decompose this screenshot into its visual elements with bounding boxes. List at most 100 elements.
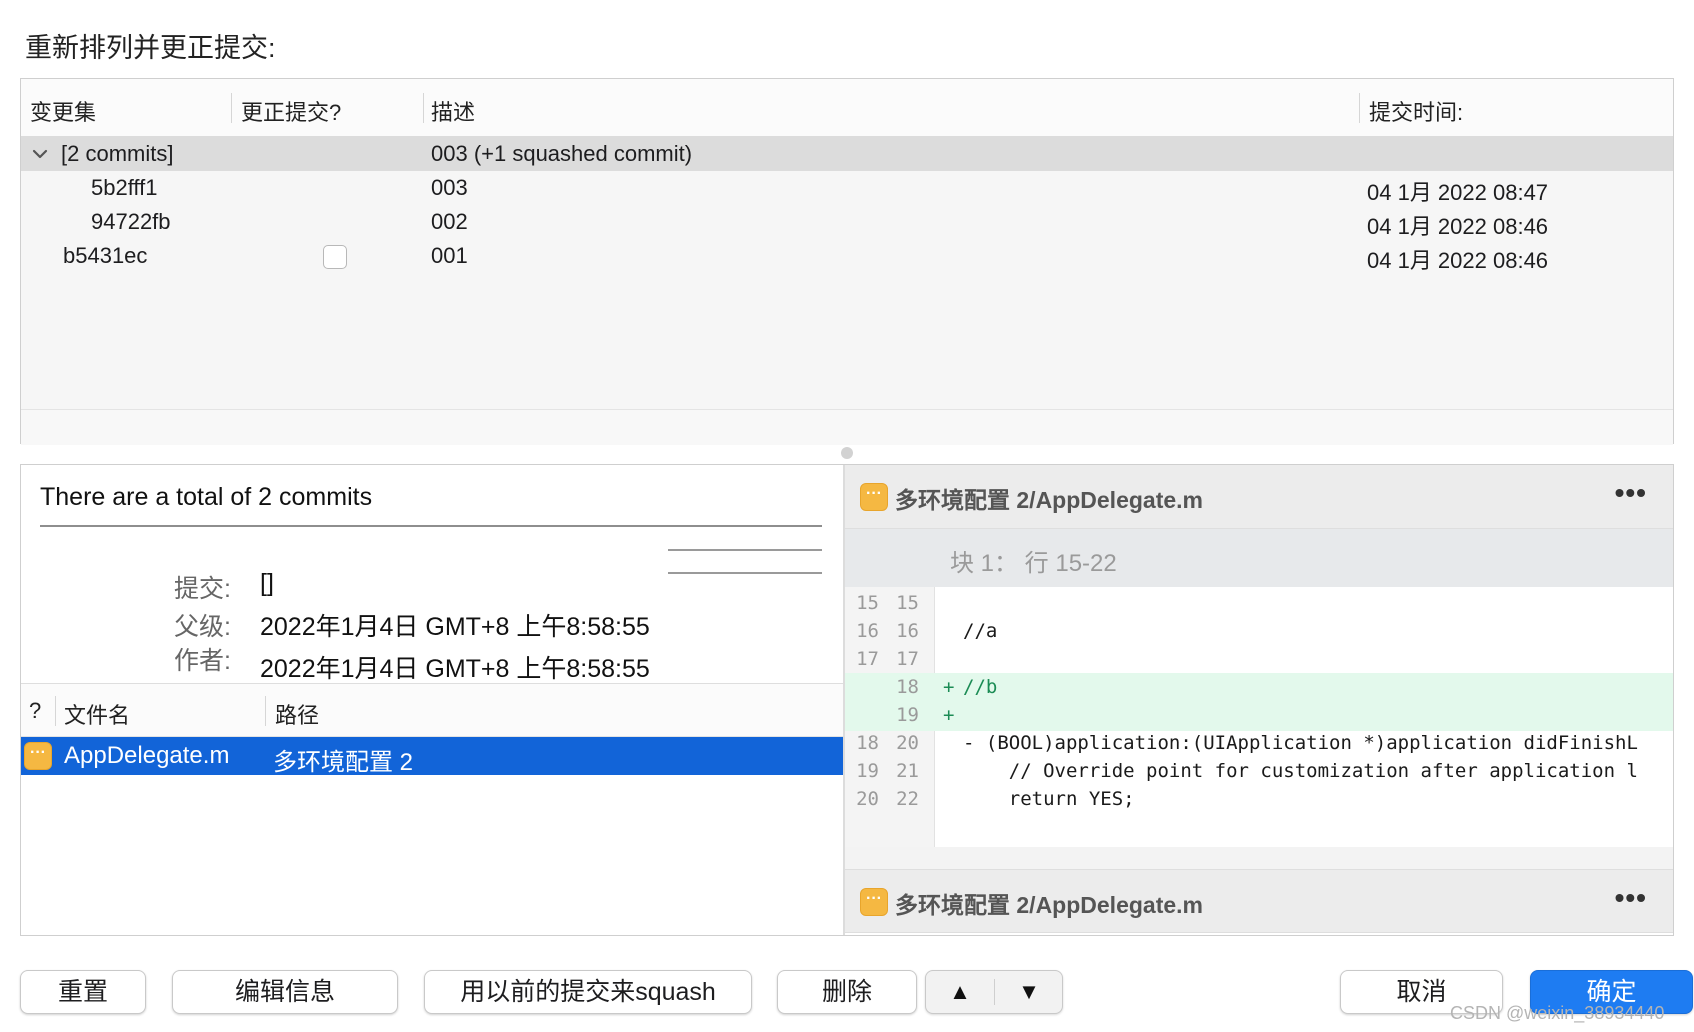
commit-info-pane: There are a total of 2 commits 提交: [] 父级… — [21, 465, 843, 683]
code-text: - (BOOL)application:(UIApplication *)app… — [963, 732, 1638, 754]
modified-file-icon: ··· — [24, 742, 52, 770]
new-line-number: 18 — [896, 676, 919, 698]
file-name: AppDelegate.m — [64, 742, 230, 769]
commit-row[interactable]: b5431ec 001 04 1月 2022 08:46 — [21, 239, 1673, 273]
modified-file-icon: ··· — [860, 888, 888, 916]
column-divider — [265, 696, 266, 726]
diff-pane: ··· 多环境配置 2/AppDelegate.m ••• 块 1： 行 15-… — [845, 465, 1673, 935]
meta-label-author: 作者: — [174, 647, 231, 675]
new-line-number: 19 — [896, 704, 919, 726]
new-line-number: 17 — [896, 648, 919, 670]
diff-line-added: 19 + — [845, 701, 1673, 731]
column-header-fixup[interactable]: 更正提交? — [241, 95, 341, 127]
hunk-title: 块 1： 行 15-22 — [950, 550, 1117, 577]
diff-line: 16 16 //a — [845, 617, 1673, 647]
column-divider — [1359, 93, 1360, 123]
column-divider — [55, 696, 56, 726]
commit-group-label: [2 commits] — [61, 141, 174, 166]
hunk-header: 块 1： 行 15-22 — [845, 529, 1673, 587]
diff-line: 19 21 // Override point for customizatio… — [845, 757, 1673, 787]
move-up-button[interactable]: ▲ — [926, 971, 994, 1013]
fixup-checkbox[interactable] — [323, 245, 347, 269]
commit-description: 002 — [431, 209, 468, 234]
file-list-header: ? 文件名 路径 — [21, 683, 843, 737]
added-marker: + — [943, 704, 955, 726]
meta-value-parent: 2022年1月4日 GMT+8 上午8:58:55 — [260, 613, 650, 641]
column-header-description[interactable]: 描述 — [431, 95, 475, 127]
squash-button[interactable]: 用以前的提交来squash — [424, 970, 752, 1014]
old-line-number: 16 — [856, 620, 879, 642]
commit-message[interactable]: There are a total of 2 commits — [40, 483, 372, 512]
column-divider — [231, 93, 232, 123]
chevron-down-icon[interactable] — [29, 143, 51, 165]
old-line-number: 15 — [856, 592, 879, 614]
commit-table-header: 变更集 更正提交? 描述 提交时间: — [21, 79, 1673, 137]
details-panel: There are a total of 2 commits 提交: [] 父级… — [20, 464, 1674, 936]
code-text: return YES; — [963, 788, 1135, 810]
new-line-number: 16 — [896, 620, 919, 642]
new-line-number: 20 — [896, 732, 919, 754]
column-header-filename[interactable]: 文件名 — [64, 698, 130, 730]
commit-time: 04 1月 2022 08:46 — [1367, 214, 1549, 239]
diff-file-header: ··· 多环境配置 2/AppDelegate.m ••• — [845, 465, 1673, 529]
diff-file-path: 多环境配置 2/AppDelegate.m — [895, 892, 1203, 918]
commit-group-row[interactable]: [2 commits] 003 (+1 squashed commit) — [21, 137, 1673, 171]
diff-line: 17 17 — [845, 645, 1673, 675]
code-text: //b — [963, 676, 998, 698]
column-header-path[interactable]: 路径 — [275, 698, 319, 730]
more-options-icon[interactable]: ••• — [1615, 882, 1647, 914]
reset-button[interactable]: 重置 — [20, 970, 146, 1014]
file-path: 多环境配置 2 — [273, 749, 414, 776]
old-line-number: 18 — [856, 732, 879, 754]
new-line-number: 21 — [896, 760, 919, 782]
move-buttons-group: ▲ ▼ — [925, 970, 1063, 1014]
commit-group-description: 003 (+1 squashed commit) — [431, 141, 693, 166]
edit-message-button[interactable]: 编辑信息 — [172, 970, 398, 1014]
diff-line: 15 15 — [845, 589, 1673, 619]
diff-file-path: 多环境配置 2/AppDelegate.m — [895, 487, 1203, 513]
code-text: // Override point for customization afte… — [963, 760, 1638, 782]
file-row-selected[interactable]: ··· AppDelegate.m 多环境配置 2 — [21, 737, 843, 776]
old-line-number: 17 — [856, 648, 879, 670]
commit-hash: 5b2fff1 — [91, 175, 158, 200]
commit-time: 04 1月 2022 08:47 — [1367, 180, 1549, 205]
new-line-number: 22 — [896, 788, 919, 810]
diff-file-header: ··· 多环境配置 2/AppDelegate.m ••• — [845, 869, 1673, 933]
commit-time: 04 1月 2022 08:46 — [1367, 248, 1549, 273]
commit-table: 变更集 更正提交? 描述 提交时间: [2 commits] 003 (+1 s… — [20, 78, 1674, 445]
old-line-number: 19 — [856, 760, 879, 782]
diff-line: 18 20 - (BOOL)application:(UIApplication… — [845, 729, 1673, 759]
old-line-number: 20 — [856, 788, 879, 810]
meta-value-author: 2022年1月4日 GMT+8 上午8:58:55 — [260, 655, 650, 683]
commit-description: 001 — [431, 243, 468, 268]
added-marker: + — [943, 676, 955, 698]
commit-row[interactable]: 5b2fff1 003 04 1月 2022 08:47 — [21, 171, 1673, 205]
move-down-button[interactable]: ▼ — [995, 971, 1063, 1013]
dialog-title: 重新排列并更正提交: — [25, 33, 276, 63]
divider — [668, 572, 822, 574]
new-line-number: 15 — [896, 592, 919, 614]
divider — [668, 549, 822, 551]
commit-hash: b5431ec — [63, 243, 148, 268]
meta-label-commit: 提交: — [174, 575, 231, 603]
splitter-handle[interactable] — [841, 447, 853, 459]
column-header-changeset[interactable]: 变更集 — [30, 95, 96, 127]
divider — [40, 525, 822, 527]
meta-label-parent: 父级: — [174, 613, 231, 641]
more-options-icon[interactable]: ••• — [1615, 477, 1647, 509]
diff-line: 20 22 return YES; — [845, 785, 1673, 815]
watermark: CSDN @weixin_38934440 — [1450, 1003, 1665, 1023]
column-header-status[interactable]: ? — [29, 698, 41, 724]
commit-table-footer — [21, 409, 1673, 445]
commit-description: 003 — [431, 175, 468, 200]
commit-hash: 94722fb — [91, 209, 171, 234]
commit-row[interactable]: 94722fb 002 04 1月 2022 08:46 — [21, 205, 1673, 239]
delete-button[interactable]: 删除 — [777, 970, 917, 1014]
diff-line-added: 18 + //b — [845, 673, 1673, 703]
code-text: //a — [963, 620, 998, 642]
modified-file-icon: ··· — [860, 483, 888, 511]
meta-value-commit: [] — [260, 569, 274, 597]
column-divider — [423, 93, 424, 123]
hunk-footer — [845, 847, 1673, 869]
column-header-time[interactable]: 提交时间: — [1369, 95, 1463, 127]
